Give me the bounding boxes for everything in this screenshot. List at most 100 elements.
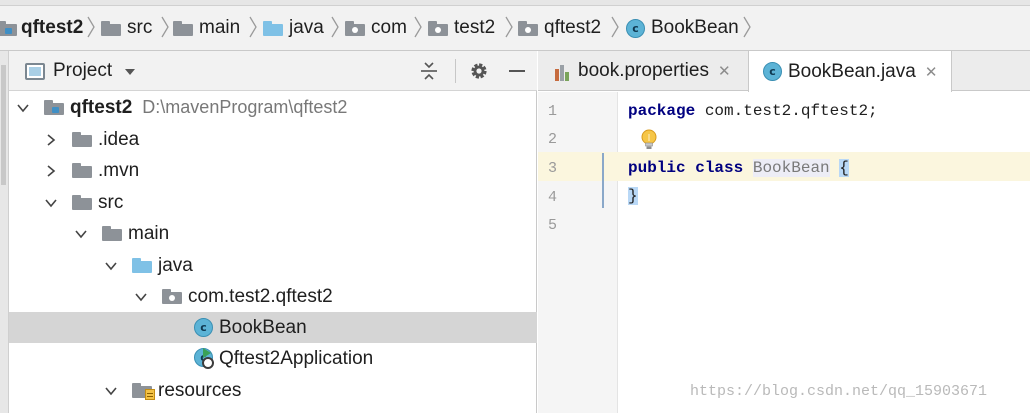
- folder-icon: [173, 20, 193, 36]
- chevron-down-icon[interactable]: [125, 69, 135, 75]
- line-number: 2: [548, 131, 558, 148]
- editor-tab-bar: book.properties ✕ c BookBean.java ✕: [538, 51, 1030, 92]
- close-icon[interactable]: ✕: [925, 63, 938, 81]
- chevron-down-icon[interactable]: [134, 290, 148, 304]
- line-number: 4: [548, 189, 558, 206]
- tree-row-application[interactable]: c Qftest2Application: [9, 343, 537, 374]
- project-view-selector[interactable]: Project: [53, 60, 112, 82]
- chevron-down-icon[interactable]: [74, 227, 88, 241]
- breadcrumb-label: qftest2: [544, 17, 602, 38]
- tree-row-src[interactable]: src: [9, 187, 537, 218]
- tree-item-label: resources: [158, 379, 242, 401]
- menu-strip-edge: [0, 0, 1030, 6]
- chevron-right-icon[interactable]: [44, 164, 58, 178]
- breadcrumb-item-qftest2[interactable]: qftest2: [518, 13, 601, 43]
- class-icon: c: [194, 318, 213, 337]
- breadcrumb-item-test2[interactable]: test2: [428, 13, 495, 43]
- breadcrumb-label: qftest2: [21, 17, 84, 38]
- project-panel: Project qftest2 D:\mavenProgram\qftest2 …: [9, 51, 537, 413]
- keyword: class: [695, 159, 744, 177]
- tree-item-label: .idea: [98, 128, 140, 150]
- breadcrumb-item-module[interactable]: qftest2: [0, 13, 83, 43]
- tree-row-main[interactable]: main: [9, 218, 537, 249]
- tree-item-label: qftest2: [70, 96, 133, 118]
- close-icon[interactable]: ✕: [718, 62, 731, 80]
- lightbulb-icon[interactable]: [640, 128, 658, 152]
- tree-row-bookbean[interactable]: c BookBean: [9, 312, 537, 343]
- navigation-breadcrumb: qftest2 src main java com test2 qftest2 …: [0, 0, 1030, 51]
- source-folder-icon: [263, 20, 283, 36]
- package-icon: [345, 20, 365, 36]
- breadcrumb-item-main[interactable]: main: [173, 13, 240, 43]
- chevron-right-icon: [742, 12, 752, 42]
- chevron-right-icon: [86, 12, 96, 42]
- package-icon: [162, 289, 182, 304]
- breadcrumb-item-src[interactable]: src: [101, 13, 152, 43]
- tree-item-label: .mvn: [98, 159, 140, 181]
- breadcrumb-label: BookBean: [651, 17, 739, 38]
- code-line-3: public class BookBean {: [628, 159, 849, 177]
- project-panel-header: Project: [9, 51, 537, 91]
- folder-icon: [72, 163, 92, 178]
- chevron-right-icon: [160, 12, 170, 42]
- chevron-right-icon[interactable]: [44, 133, 58, 147]
- folder-icon: [72, 195, 92, 210]
- tree-item-label: Qftest2Application: [219, 347, 374, 369]
- chevron-right-icon: [248, 12, 258, 42]
- project-tool-button[interactable]: [1, 65, 6, 185]
- source-folder-icon: [132, 258, 152, 273]
- watermark-text: https://blog.csdn.net/qq_15903671: [690, 383, 988, 400]
- gear-icon[interactable]: [468, 60, 490, 82]
- tree-item-label: main: [128, 222, 170, 244]
- breadcrumb-item-java[interactable]: java: [263, 13, 324, 43]
- breadcrumb-label: main: [199, 17, 241, 38]
- breadcrumb-label: src: [127, 17, 153, 38]
- tree-row-module[interactable]: qftest2 D:\mavenProgram\qftest2: [9, 92, 537, 123]
- tab-label: book.properties: [578, 60, 709, 81]
- package-name: com.test2.qftest2;: [695, 102, 878, 120]
- open-brace: {: [839, 159, 849, 177]
- keyword: package: [628, 102, 696, 120]
- header-divider: [455, 59, 456, 83]
- folder-icon: [101, 20, 121, 36]
- chevron-right-icon: [413, 12, 423, 42]
- folder-icon: [102, 226, 122, 241]
- close-brace: }: [628, 187, 638, 205]
- breadcrumb-label: test2: [454, 17, 496, 38]
- tool-window-strip[interactable]: [0, 51, 9, 413]
- breadcrumb-label: com: [371, 17, 407, 38]
- chevron-right-icon: [330, 12, 340, 42]
- minimize-icon[interactable]: [506, 60, 528, 82]
- class-icon: c: [763, 62, 782, 81]
- chevron-down-icon[interactable]: [104, 259, 118, 273]
- code-line-4: }: [628, 187, 638, 205]
- tree-row-resources[interactable]: resources: [9, 375, 537, 406]
- breadcrumb-item-bookbean[interactable]: c BookBean: [626, 13, 739, 43]
- breadcrumb-item-com[interactable]: com: [345, 13, 407, 43]
- module-folder-icon: [44, 100, 64, 115]
- tree-row-java[interactable]: java: [9, 250, 537, 281]
- chevron-right-icon: [504, 12, 514, 42]
- line-number: 5: [548, 217, 558, 234]
- class-icon: c: [626, 18, 645, 38]
- tab-book-properties[interactable]: book.properties ✕: [554, 51, 731, 91]
- chevron-down-icon[interactable]: [16, 101, 30, 115]
- tree-item-label: src: [98, 191, 124, 213]
- breadcrumb-label: java: [289, 17, 324, 38]
- code-editor[interactable]: [619, 92, 1030, 413]
- folder-icon: [72, 132, 92, 147]
- collapse-all-icon[interactable]: [418, 60, 440, 82]
- tree-row-mvn[interactable]: .mvn: [9, 155, 537, 186]
- tree-item-label: java: [158, 254, 193, 276]
- class-name: BookBean: [752, 159, 830, 177]
- tree-row-idea[interactable]: .idea: [9, 124, 537, 155]
- package-icon: [518, 20, 538, 36]
- fold-marker[interactable]: [602, 153, 604, 208]
- chevron-right-icon: [610, 12, 620, 42]
- chevron-down-icon[interactable]: [44, 196, 58, 210]
- keyword: public: [628, 159, 686, 177]
- tree-row-package[interactable]: com.test2.qftest2: [9, 281, 537, 312]
- chevron-down-icon[interactable]: [104, 384, 118, 398]
- tab-bookbean-java[interactable]: c BookBean.java ✕: [748, 51, 953, 92]
- spring-app-class-icon: c: [194, 347, 216, 370]
